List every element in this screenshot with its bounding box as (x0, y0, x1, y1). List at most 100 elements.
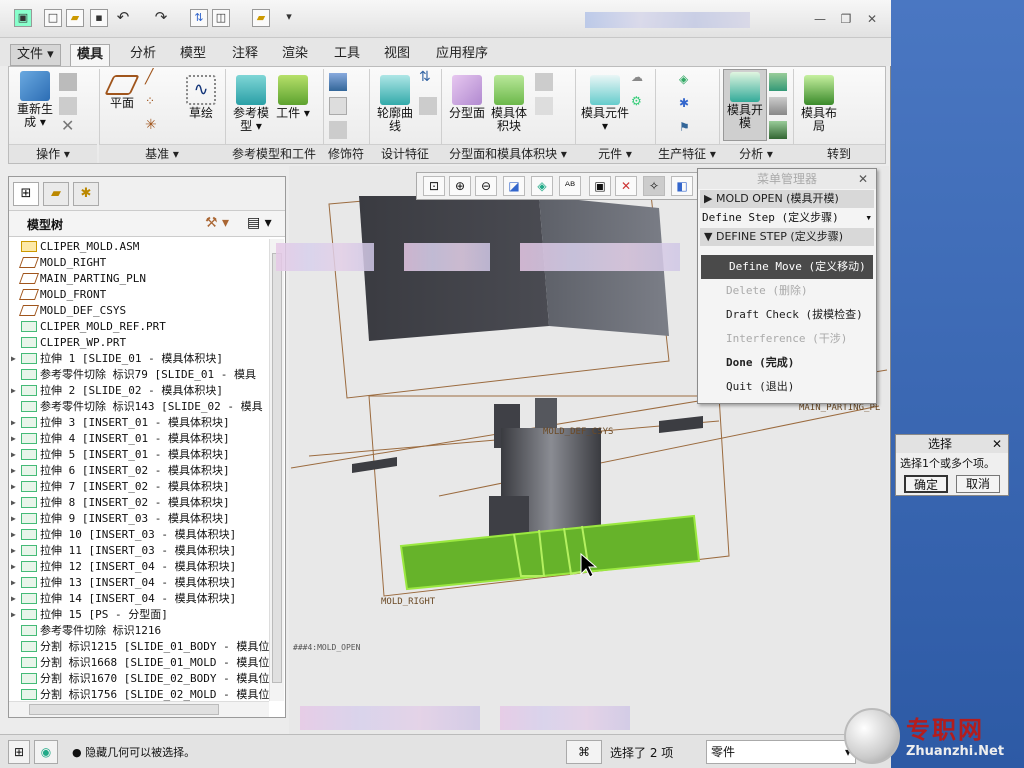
minimize-button[interactable]: — (810, 11, 830, 27)
tree-item[interactable]: MOLD_DEF_CSYS (11, 303, 269, 319)
production-tool-1[interactable]: ◈ (679, 73, 688, 86)
expand-icon[interactable]: ▶ (11, 511, 21, 527)
tree-item[interactable]: ▶ 拉伸 3 [INSERT_01 - 模具体积块] (11, 415, 269, 431)
modifier-tool-2[interactable] (329, 95, 347, 117)
tree-item[interactable]: CLIPER_MOLD_REF.PRT (11, 319, 269, 335)
menu-header-mold-open[interactable]: ▶ MOLD OPEN (模具开模) (700, 190, 874, 208)
saved-views-icon[interactable]: ᴬᴮ (559, 176, 581, 196)
tree-item[interactable]: MAIN_PARTING_PLN (11, 271, 269, 287)
expand-icon[interactable]: ▶ (11, 559, 21, 575)
modifier-tool-3[interactable] (329, 119, 347, 141)
close-icon[interactable]: ✕ (992, 435, 1002, 453)
analysis-tool-2[interactable] (769, 95, 787, 117)
menu-item-interference[interactable]: Interference (干涉) (698, 327, 876, 351)
tab-tools[interactable]: 工具 (328, 44, 366, 66)
tree-vertical-scrollbar[interactable] (269, 239, 284, 701)
zoom-in-icon[interactable]: ⊕ (449, 176, 471, 196)
silhouette-curve-button[interactable]: 轮廓曲线 (375, 75, 415, 133)
tree-item[interactable]: ▶ 拉伸 14 [INSERT_04 - 模具体积块] (11, 591, 269, 607)
save-icon[interactable]: ▪ (90, 9, 108, 27)
tree-item[interactable]: ▶ 拉伸 4 [INSERT_01 - 模具体积块] (11, 431, 269, 447)
tab-analysis[interactable]: 分析 (124, 44, 162, 66)
ok-button[interactable]: 确定 (904, 475, 948, 493)
volume-tool-2[interactable] (535, 95, 553, 117)
tree-item[interactable]: ▶ 拉伸 1 [SLIDE_01 - 模具体积块] (11, 351, 269, 367)
tree-item[interactable]: MOLD_FRONT (11, 287, 269, 303)
reference-model-button[interactable]: 参考模型 ▾ (231, 75, 271, 133)
tree-item[interactable]: ▶ 拉伸 13 [INSERT_04 - 模具体积块] (11, 575, 269, 591)
zoom-out-icon[interactable]: ⊖ (475, 176, 497, 196)
expand-icon[interactable]: ▶ (11, 447, 21, 463)
tree-item[interactable]: ▶ 拉伸 15 [PS - 分型面] (11, 607, 269, 623)
production-tool-2[interactable]: ✱ (679, 97, 689, 110)
find-icon[interactable]: ⌘ (566, 740, 602, 764)
close-icon[interactable]: ✕ (858, 169, 868, 189)
repaint-icon[interactable]: ◪ (503, 176, 525, 196)
tree-item[interactable]: 分割 标识1756 [SLIDE_02_MOLD - 模具位 (11, 687, 269, 701)
tree-item[interactable]: ▶ 拉伸 12 [INSERT_04 - 模具体积块] (11, 559, 269, 575)
annotation-display-icon[interactable]: ◧ (671, 176, 693, 196)
define-step-dropdown[interactable]: Define Step (定义步骤) ▾ (698, 209, 876, 227)
expand-icon[interactable]: ▶ (11, 431, 21, 447)
menu-header-define-step[interactable]: ▼ DEFINE STEP (定义步骤) (700, 228, 874, 246)
group-parting-surface-volume[interactable]: 分型面和模具体积块 ▾ (441, 144, 575, 163)
paste-tool[interactable] (59, 95, 77, 117)
open-file-icon[interactable]: ▰ (66, 9, 84, 27)
group-datum[interactable]: 基准 ▾ (99, 144, 225, 163)
expand-icon[interactable]: ▶ (11, 607, 21, 623)
tree-item[interactable]: ▶ 拉伸 10 [INSERT_03 - 模具体积块] (11, 527, 269, 543)
expand-icon[interactable]: ▶ (11, 415, 21, 431)
tree-display-icon[interactable]: ▤ ▾ (247, 215, 272, 231)
tree-settings-icon[interactable]: ⚒ ▾ (205, 215, 229, 231)
folder-browser-tab-icon[interactable]: ▰ (43, 182, 69, 206)
sketch-button[interactable]: ∿ 草绘 (183, 75, 219, 120)
menu-item-quit[interactable]: Quit (退出) (698, 375, 876, 399)
point-tool[interactable]: ⁘ (145, 95, 155, 108)
expand-icon[interactable]: ▶ (11, 463, 21, 479)
production-tool-3[interactable]: ⚑ (679, 121, 690, 134)
mold-open-button[interactable]: 模具开模 (723, 69, 767, 141)
selection-filter[interactable]: 零件 ▾ (706, 740, 856, 764)
group-operation[interactable]: 操作 ▾ (9, 144, 97, 163)
modifier-tool-1[interactable] (329, 71, 347, 93)
regenerate-button[interactable]: 重新生成 ▾ (13, 71, 57, 129)
new-file-icon[interactable]: □ (44, 9, 62, 27)
expand-icon[interactable]: ▶ (11, 591, 21, 607)
tree-item[interactable]: ▶ 拉伸 9 [INSERT_03 - 模具体积块] (11, 511, 269, 527)
undo-icon[interactable]: ↶ (114, 9, 132, 27)
design-tool-1[interactable]: ⇅ (419, 70, 431, 84)
regenerate-icon[interactable]: ⇅ (190, 9, 208, 27)
mold-layout-button[interactable]: 模具布局 (797, 75, 841, 133)
tree-item[interactable]: ▶ 拉伸 8 [INSERT_02 - 模具体积块] (11, 495, 269, 511)
tab-file[interactable]: 文件 ▾ (10, 44, 61, 66)
tree-horizontal-scrollbar[interactable] (9, 701, 269, 717)
datum-display-icon[interactable]: ✕ (615, 176, 637, 196)
group-components[interactable]: 元件 ▾ (575, 144, 655, 163)
delete-tool[interactable]: ✕ (61, 118, 74, 134)
tab-mold[interactable]: 模具 (70, 44, 111, 66)
component-tool-1[interactable]: ☁ (631, 71, 643, 84)
expand-icon[interactable]: ▶ (11, 575, 21, 591)
close-button[interactable]: ✕ (862, 11, 882, 27)
tab-model[interactable]: 模型 (174, 44, 212, 66)
tree-item[interactable]: 分割 标识1215 [SLIDE_01_BODY - 模具位 (11, 639, 269, 655)
expand-icon[interactable]: ▶ (11, 479, 21, 495)
mold-volume-button[interactable]: 模具体积块 (489, 75, 529, 133)
cancel-button[interactable]: 取消 (956, 475, 1000, 493)
tree-item[interactable]: 分割 标识1668 [SLIDE_01_MOLD - 模具位 (11, 655, 269, 671)
tab-view[interactable]: 视图 (378, 44, 416, 66)
copy-tool[interactable] (59, 71, 77, 93)
group-production-features[interactable]: 生产特征 ▾ (655, 144, 719, 163)
design-tool-2[interactable] (419, 95, 437, 117)
menu-item-done[interactable]: Done (完成) (698, 351, 876, 375)
tab-render[interactable]: 渲染 (276, 44, 314, 66)
graphics-toggle-icon[interactable]: ◉ (34, 740, 58, 764)
expand-icon[interactable]: ▶ (11, 383, 21, 399)
view-manager-icon[interactable]: ▣ (589, 176, 611, 196)
maximize-button[interactable]: ❐ (836, 11, 856, 27)
tree-item[interactable]: ▶ 拉伸 2 [SLIDE_02 - 模具体积块] (11, 383, 269, 399)
tree-item[interactable]: MOLD_RIGHT (11, 255, 269, 271)
favorites-tab-icon[interactable]: ✱ (73, 182, 99, 206)
mold-component-button[interactable]: 模具元件 ▾ (581, 75, 629, 133)
volume-tool-1[interactable] (535, 71, 553, 93)
